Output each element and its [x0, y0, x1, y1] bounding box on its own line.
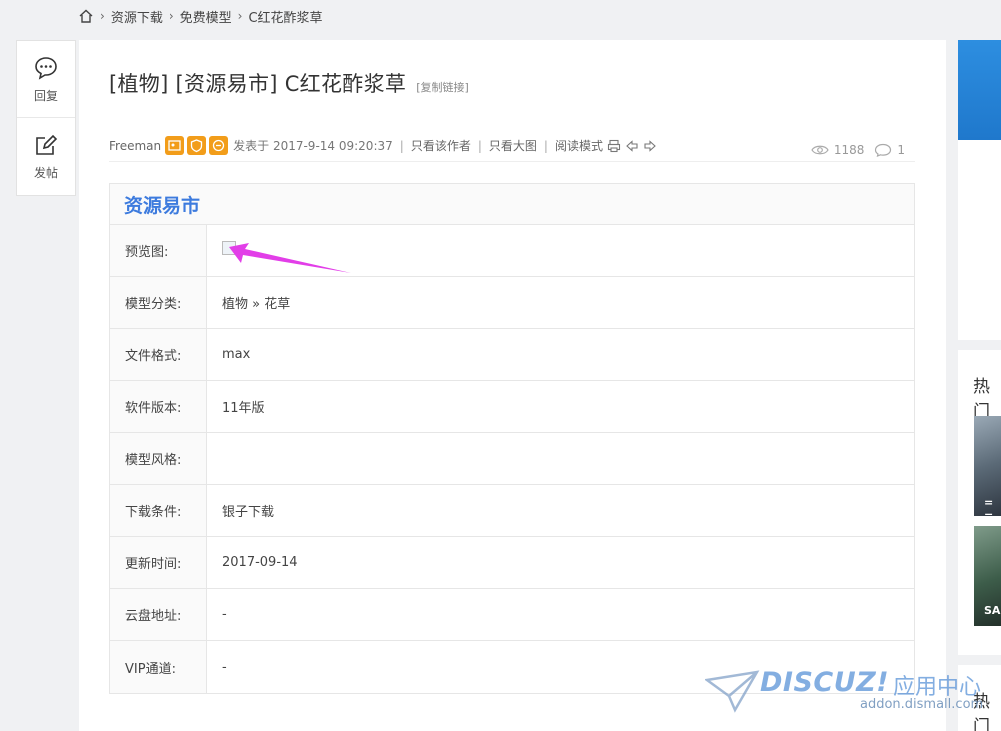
new-post-button[interactable]: 发帖: [17, 118, 75, 195]
right-sidebar: 热门 = = SAI 热门: [958, 40, 1001, 731]
shield-badge-icon[interactable]: [187, 136, 207, 155]
info-label: 下载条件:: [110, 485, 207, 536]
pink-arrow-icon: [229, 243, 351, 273]
info-value: 植物 » 花草: [222, 297, 291, 312]
views-count: 1188: [833, 142, 865, 157]
resource-info-header: 资源易市: [110, 184, 914, 225]
thread-title-wrap: [植物] [资源易市] C红花酢浆草 [复制链接]: [109, 68, 469, 98]
breadcrumb-separator: ›: [168, 9, 174, 23]
info-label: 软件版本:: [110, 381, 207, 432]
info-row-download: 下载条件: 银子下载: [110, 485, 914, 537]
watermark-url: addon.dismall.com: [860, 697, 984, 712]
info-row-preview: 预览图:: [110, 225, 914, 277]
home-icon[interactable]: [78, 8, 94, 24]
info-row-version: 软件版本: 11年版: [110, 381, 914, 433]
thread-stats: 1188 1: [811, 135, 915, 157]
info-value: [207, 433, 914, 484]
info-value: max: [222, 347, 251, 362]
info-label: 更新时间:: [110, 537, 207, 588]
breadcrumb-separator: ›: [237, 9, 243, 23]
paper-plane-icon: [705, 670, 760, 713]
sidebar-hot-title: 热门: [973, 377, 990, 422]
info-label: 模型分类:: [110, 277, 207, 328]
thread-title: [植物] [资源易市] C红花酢浆草: [109, 72, 407, 96]
info-label: 预览图:: [110, 225, 207, 276]
comment-icon: [35, 56, 57, 80]
new-post-label: 发帖: [33, 166, 58, 180]
sidebar-hot-card: 热门 = = SAI: [958, 350, 1001, 655]
info-value: 2017-09-14: [222, 555, 298, 570]
print-icon[interactable]: [607, 139, 621, 153]
eye-icon: [811, 145, 829, 154]
prev-thread-icon[interactable]: [625, 139, 639, 153]
reply-count-icon: [875, 143, 892, 157]
info-row-style: 模型风格:: [110, 433, 914, 485]
info-value: [207, 225, 914, 276]
thread-meta: Freeman 发表于 2017-9-14 09:20:37 | 只看该作者 |…: [109, 130, 915, 162]
watermark-logo: DISCUZ!: [760, 667, 890, 698]
reply-label: 回复: [33, 88, 58, 103]
info-row-updated: 更新时间: 2017-09-14: [110, 537, 914, 589]
side-actions: 回复 发帖: [16, 40, 76, 196]
info-value: -: [222, 607, 227, 622]
read-mode-link[interactable]: 阅读模式: [555, 137, 603, 154]
info-label: 文件格式:: [110, 329, 207, 380]
medal-badge-icon[interactable]: [165, 136, 185, 155]
info-label: 模型风格:: [110, 433, 207, 484]
info-row-format: 文件格式: max: [110, 329, 914, 381]
breadcrumb-item-current[interactable]: C红花酢浆草: [248, 7, 322, 26]
hot-thumbnail[interactable]: SAI: [974, 526, 1001, 626]
watermark: DISCUZ! 应用中心 addon.dismall.com: [705, 665, 990, 725]
breadcrumb-item-free-models[interactable]: 免费模型: [180, 7, 232, 26]
breadcrumb-item-resources[interactable]: 资源下载: [111, 7, 163, 26]
thread-main: [植物] [资源易市] C红花酢浆草 [复制链接] Freeman 发表于 20…: [79, 40, 946, 731]
edit-icon: [36, 134, 58, 155]
thumbnail-caption: SAI: [984, 604, 1001, 617]
breadcrumb-separator: ›: [100, 9, 105, 23]
thumbnail-caption: = =: [984, 496, 994, 522]
info-value: 银子下载: [222, 505, 275, 520]
sidebar-banner-card: [958, 40, 1001, 340]
hot-thumbnail[interactable]: = =: [974, 416, 1001, 522]
only-author-link[interactable]: 只看该作者: [411, 137, 471, 154]
info-label: 云盘地址:: [110, 589, 207, 640]
replies-count: 1: [897, 142, 905, 157]
info-label: VIP通道:: [110, 641, 207, 693]
coin-badge-icon[interactable]: [209, 136, 229, 155]
info-row-category: 模型分类: 植物 » 花草: [110, 277, 914, 329]
info-value: 11年版: [222, 401, 265, 416]
author-link[interactable]: Freeman: [109, 139, 161, 153]
copy-link-button[interactable]: [复制链接]: [416, 79, 469, 95]
big-image-link[interactable]: 只看大图: [489, 137, 537, 154]
info-row-cloud: 云盘地址: -: [110, 589, 914, 641]
breadcrumb: › 资源下载 › 免费模型 › C红花酢浆草: [78, 6, 323, 26]
resource-info-table: 资源易市 预览图: 模型分类: 植物 » 花草 文件格式: max 软件版本: …: [109, 183, 915, 694]
next-thread-icon[interactable]: [643, 139, 657, 153]
reply-button[interactable]: 回复: [17, 41, 75, 118]
sidebar-banner[interactable]: [958, 40, 1001, 140]
post-time: 发表于 2017-9-14 09:20:37: [233, 139, 393, 153]
